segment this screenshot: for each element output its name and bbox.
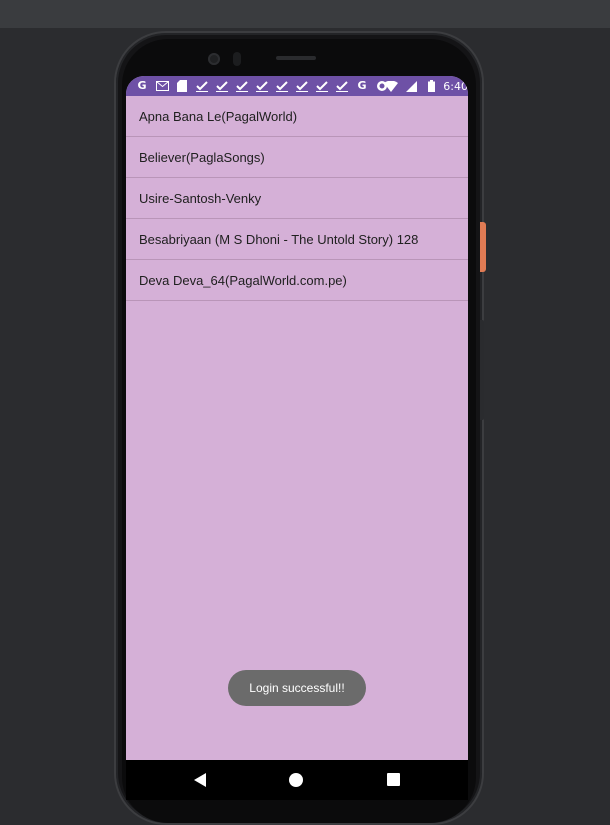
- earpiece-speaker: [276, 56, 316, 60]
- check-icon: [274, 79, 290, 93]
- navigation-bar: [126, 760, 468, 800]
- google-icon: G: [137, 79, 147, 92]
- home-icon[interactable]: [289, 773, 303, 787]
- sd-card-icon: [174, 79, 190, 93]
- signal-icon: [403, 79, 419, 93]
- song-list-item[interactable]: Apna Bana Le(PagalWorld): [126, 96, 468, 137]
- google-icon: G: [357, 79, 367, 92]
- power-button[interactable]: [480, 222, 486, 272]
- front-camera-icon: [208, 53, 220, 65]
- check-icon: [294, 79, 310, 93]
- check-icon: [194, 79, 210, 93]
- song-list-item[interactable]: Believer(PaglaSongs): [126, 137, 468, 178]
- login-toast: Login successful!!: [228, 670, 366, 706]
- check-icon: [214, 79, 230, 93]
- check-icon: [314, 79, 330, 93]
- back-icon[interactable]: [194, 773, 206, 787]
- gmail-icon: [154, 79, 170, 93]
- status-clock: 6:40: [443, 79, 468, 93]
- check-icon: [234, 79, 250, 93]
- check-icon: [254, 79, 270, 93]
- check-icon: [334, 79, 350, 93]
- recents-icon[interactable]: [387, 773, 400, 786]
- song-list-item[interactable]: Deva Deva_64(PagalWorld.com.pe): [126, 260, 468, 301]
- battery-icon: [423, 79, 439, 93]
- sensor-icon: [233, 52, 241, 66]
- app-screen: G G 6:40 Apna Bana Le(PagalWorld) Believ…: [126, 76, 468, 800]
- wifi-icon: [383, 79, 399, 93]
- song-list-item[interactable]: Besabriyaan (M S Dhoni - The Untold Stor…: [126, 219, 468, 260]
- emulator-toolbar: [0, 0, 610, 28]
- song-list[interactable]: Apna Bana Le(PagalWorld) Believer(PaglaS…: [126, 96, 468, 301]
- song-list-item[interactable]: Usire-Santosh-Venky: [126, 178, 468, 219]
- volume-button[interactable]: [480, 320, 484, 420]
- status-bar: G G 6:40: [126, 76, 468, 96]
